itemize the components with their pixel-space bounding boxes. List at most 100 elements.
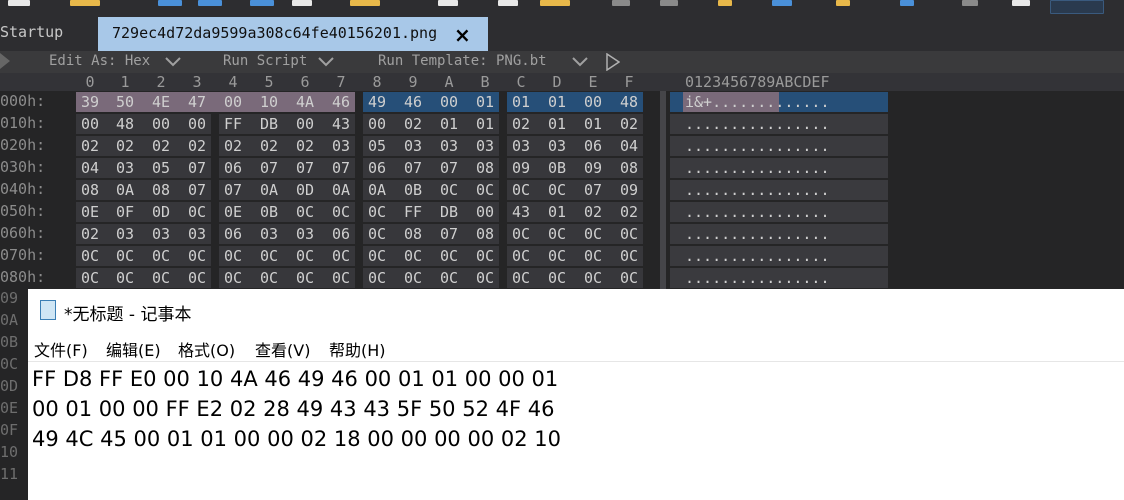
hex-byte[interactable]: 07: [184, 158, 210, 178]
hex-byte[interactable]: 09: [616, 180, 642, 200]
menu-format[interactable]: 格式(O): [178, 337, 235, 361]
hex-byte[interactable]: 00: [436, 92, 462, 112]
menu-view[interactable]: 查看(V): [255, 337, 310, 361]
hex-byte[interactable]: 0C: [220, 246, 246, 266]
hex-byte[interactable]: 02: [580, 202, 606, 222]
hex-byte[interactable]: 03: [184, 224, 210, 244]
hex-byte[interactable]: 46: [328, 92, 354, 112]
play-icon[interactable]: [606, 52, 621, 75]
hex-byte[interactable]: 0C: [400, 246, 426, 266]
tab-file[interactable]: 729ec4d72da9599a308c64fe40156201.png ×: [98, 17, 488, 51]
chevron-down-icon[interactable]: [165, 53, 181, 67]
hex-byte[interactable]: 0C: [580, 246, 606, 266]
cut-icon[interactable]: [438, 0, 458, 6]
hex-byte[interactable]: 49: [364, 92, 390, 112]
options-icon[interactable]: [1012, 0, 1030, 6]
hex-byte[interactable]: 07: [184, 180, 210, 200]
hex-byte[interactable]: 0C: [184, 202, 210, 222]
hex-byte[interactable]: 0C: [544, 180, 570, 200]
hex-byte[interactable]: 0D: [292, 180, 318, 200]
hex-byte[interactable]: 03: [508, 136, 534, 156]
save-icon[interactable]: [158, 0, 182, 6]
hex-byte[interactable]: 03: [112, 224, 138, 244]
hex-byte[interactable]: 0C: [616, 268, 642, 288]
hex-byte[interactable]: 02: [400, 114, 426, 134]
hex-byte[interactable]: FF: [400, 202, 426, 222]
hex-byte[interactable]: 0C: [184, 268, 210, 288]
ascii-text[interactable]: i&+.............: [685, 92, 830, 112]
hex-byte[interactable]: 01: [472, 114, 498, 134]
notepad-window[interactable]: *无标题 - 记事本 文件(F) 编辑(E) 格式(O) 查看(V) 帮助(H)…: [28, 289, 1124, 500]
hex-byte[interactable]: 0C: [328, 202, 354, 222]
hex-byte[interactable]: 0B: [400, 180, 426, 200]
hex-byte[interactable]: 46: [400, 92, 426, 112]
ascii-text[interactable]: ................: [685, 246, 830, 266]
save-all-icon[interactable]: [250, 0, 274, 6]
hex-byte[interactable]: 00: [292, 114, 318, 134]
hex-byte[interactable]: 4E: [148, 92, 174, 112]
replace-icon[interactable]: [836, 0, 850, 6]
hex-byte[interactable]: 08: [77, 180, 103, 200]
hex-byte[interactable]: 0C: [292, 202, 318, 222]
hex-grid[interactable]: 000h: 39 50 4E 47 00 10 4A 46 49 46 00 01 01 01 00 48 i&+…: [0, 91, 1124, 289]
goto-icon[interactable]: [900, 0, 914, 6]
hex-byte[interactable]: 0C: [508, 268, 534, 288]
font-icon[interactable]: [772, 0, 792, 6]
hex-byte[interactable]: 0A: [256, 180, 282, 200]
hex-byte[interactable]: 48: [616, 92, 642, 112]
hex-byte[interactable]: 00: [184, 114, 210, 134]
save-as-icon[interactable]: [198, 0, 222, 6]
notepad-line[interactable]: FF D8 FF E0 00 10 4A 46 49 46 00 01 01 0…: [32, 367, 558, 391]
hex-byte[interactable]: FF: [220, 114, 246, 134]
run-template-dropdown[interactable]: Run Template: PNG.bt: [378, 53, 547, 69]
hex-byte[interactable]: 00: [148, 114, 174, 134]
hex-byte[interactable]: 0E: [220, 202, 246, 222]
hex-byte[interactable]: 03: [544, 136, 570, 156]
hex-byte[interactable]: 07: [292, 158, 318, 178]
hex-byte[interactable]: 0C: [256, 268, 282, 288]
hex-byte[interactable]: 09: [580, 158, 606, 178]
hex-byte[interactable]: 0A: [112, 180, 138, 200]
chevron-down-icon[interactable]: [318, 53, 334, 67]
hex-byte[interactable]: 0C: [148, 246, 174, 266]
redo-icon[interactable]: [660, 0, 678, 6]
hex-byte[interactable]: 47: [184, 92, 210, 112]
hex-byte[interactable]: 04: [616, 136, 642, 156]
hex-byte[interactable]: 0C: [508, 180, 534, 200]
hex-byte[interactable]: 04: [77, 158, 103, 178]
hex-byte[interactable]: 0C: [580, 224, 606, 244]
hex-byte[interactable]: 0C: [364, 268, 390, 288]
hex-byte[interactable]: 0C: [364, 246, 390, 266]
hex-byte[interactable]: 0C: [472, 246, 498, 266]
hex-byte[interactable]: 06: [580, 136, 606, 156]
hex-byte[interactable]: 0C: [508, 246, 534, 266]
print-icon[interactable]: [292, 0, 312, 6]
hex-byte[interactable]: 0A: [328, 180, 354, 200]
hex-byte[interactable]: 0C: [256, 246, 282, 266]
hex-byte[interactable]: 0C: [580, 268, 606, 288]
hex-byte[interactable]: 09: [508, 158, 534, 178]
search-box[interactable]: [1050, 0, 1104, 14]
hex-byte[interactable]: 0A: [364, 180, 390, 200]
hex-byte[interactable]: 39: [77, 92, 103, 112]
hex-byte[interactable]: 03: [328, 136, 354, 156]
hex-byte[interactable]: 02: [184, 136, 210, 156]
run-script-dropdown[interactable]: Run Script: [223, 53, 307, 69]
hex-byte[interactable]: 02: [508, 114, 534, 134]
hex-byte[interactable]: 07: [220, 180, 246, 200]
hex-byte[interactable]: 06: [328, 224, 354, 244]
hex-byte[interactable]: 02: [220, 136, 246, 156]
hex-byte[interactable]: 0C: [436, 180, 462, 200]
open-folder-icon[interactable]: [70, 0, 100, 6]
ascii-text[interactable]: ................: [685, 202, 830, 222]
hex-byte[interactable]: 01: [508, 92, 534, 112]
hex-byte[interactable]: 0C: [184, 246, 210, 266]
ascii-text[interactable]: ................: [685, 136, 830, 156]
hex-byte[interactable]: 0C: [148, 268, 174, 288]
menu-file[interactable]: 文件(F): [34, 337, 88, 361]
hex-byte[interactable]: 0F: [112, 202, 138, 222]
copy-icon[interactable]: [498, 0, 518, 6]
hex-byte[interactable]: 0C: [328, 268, 354, 288]
hex-byte[interactable]: 0C: [544, 268, 570, 288]
hex-byte[interactable]: 4A: [292, 92, 318, 112]
